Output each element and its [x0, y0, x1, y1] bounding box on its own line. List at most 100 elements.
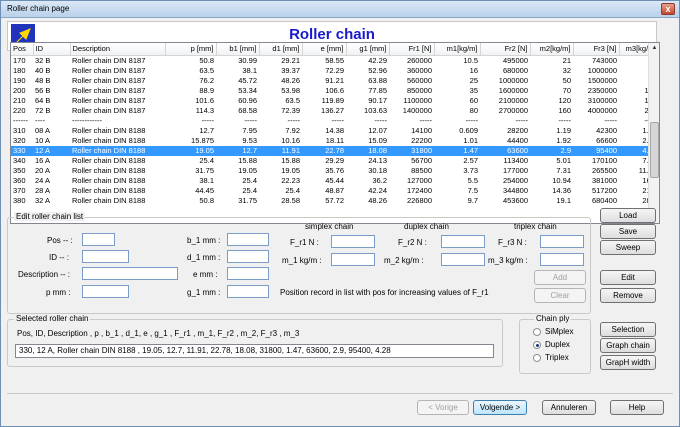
column-header[interactable]: d1 [mm] [259, 43, 303, 56]
d1-label: d_1 mm : [187, 253, 221, 262]
window-title: Roller chain page [7, 4, 70, 13]
table-cell: 680400 [591, 195, 617, 205]
table-cell: 1400000 [402, 105, 432, 115]
column-header[interactable]: Fr2 [N] [480, 43, 531, 56]
table-cell: 2700000 [498, 105, 528, 115]
table-row[interactable]: 370 28 A Roller chain DIN 8188 44.45 25.4 25.… [11, 186, 659, 196]
table-row[interactable]: 200 56 B Roller chain DIN 8187 88.9 53.34 53.… [11, 86, 659, 96]
table-row[interactable]: 170 32 B Roller chain DIN 8187 50.8 30.99 29.… [11, 55, 659, 66]
table-cell: 360 [13, 175, 26, 185]
chain-table[interactable]: Pos ID Description p [mm] b1 [mm] d1 [mm] e [m… [10, 42, 660, 224]
table-cell: 50 [562, 75, 571, 85]
add-button[interactable]: Add [534, 270, 586, 285]
table-cell: 103.63 [364, 105, 387, 115]
table-row[interactable]: 210 64 B Roller chain DIN 8187 101.6 60.96 63… [11, 96, 659, 106]
column-header[interactable]: p [mm] [165, 43, 217, 56]
table-row[interactable]: 310 08 A Roller chain DIN 8188 12.7 7.95 7.92… [11, 126, 659, 136]
remove-button[interactable]: Remove [600, 288, 656, 303]
table-cell: 11.91 [259, 145, 302, 156]
table-cell: 12.7 [199, 125, 214, 135]
edit-button[interactable]: Edit [600, 270, 656, 285]
column-header[interactable]: b1 [mm] [216, 43, 260, 56]
column-header[interactable]: ID [33, 43, 71, 56]
g1-field[interactable] [227, 285, 269, 298]
column-header[interactable]: m1[kg/m] [434, 43, 481, 56]
p-field[interactable] [82, 285, 129, 298]
clear-button[interactable]: Clear [534, 288, 586, 303]
fr2-field[interactable] [441, 235, 485, 248]
table-cell: ---- [35, 115, 45, 125]
load-button[interactable]: Load [600, 208, 656, 223]
fr1-field[interactable] [331, 235, 375, 248]
table-cell: 95400 [573, 145, 619, 156]
m3-field[interactable] [540, 253, 584, 266]
table-row[interactable]: 190 48 B Roller chain DIN 8187 76.2 45.72 48.… [11, 76, 659, 86]
e-field[interactable] [227, 267, 269, 280]
graph-width-button[interactable]: GrapH width [600, 355, 656, 370]
column-header[interactable]: Pos [11, 43, 34, 56]
table-cell: 19.05 [281, 165, 300, 175]
back-button[interactable]: < Vorige [417, 400, 469, 415]
table-cell: 101.6 [195, 95, 214, 105]
column-header[interactable]: e [mm] [302, 43, 347, 56]
table-cell: 14.36 [552, 185, 571, 195]
table-row[interactable]: 340 16 A Roller chain DIN 8188 25.4 15.88 15.… [11, 156, 659, 166]
column-header[interactable]: Fr3 [N] [573, 43, 620, 56]
description-field[interactable] [82, 267, 178, 280]
id-field[interactable] [82, 250, 129, 263]
table-cell: 60 [469, 95, 478, 105]
table-row[interactable]: 380 32 A Roller chain DIN 8188 50.8 31.75 28.… [11, 196, 659, 206]
table-row[interactable]: 350 20 A Roller chain DIN 8188 31.75 19.05 19… [11, 166, 659, 176]
fr3-field[interactable] [540, 235, 584, 248]
pos-field[interactable] [82, 233, 115, 246]
table-cell: Roller chain DIN 8188 [70, 145, 165, 156]
table-cell: 560000 [406, 75, 432, 85]
table-cell: 32 A [35, 195, 51, 205]
table-cell: 35.76 [325, 165, 344, 175]
table-scrollbar[interactable]: ▲ ▼ [648, 43, 659, 223]
table-cell: 10.16 [281, 135, 300, 145]
m2-field[interactable] [441, 253, 485, 266]
table-row[interactable]: 320 10 A Roller chain DIN 8188 15.875 9.53 10… [11, 136, 659, 146]
radio-triplex[interactable] [533, 354, 541, 362]
graph-chain-button[interactable]: Graph chain [600, 338, 656, 353]
table-cell: 517200 [591, 185, 617, 195]
table-cell: 66600 [596, 135, 617, 145]
d1-field[interactable] [227, 250, 269, 263]
table-cell: 180 [13, 65, 26, 75]
m1-field[interactable] [331, 253, 375, 266]
table-row[interactable]: 360 24 A Roller chain DIN 8188 38.1 25.4 22.2… [11, 176, 659, 186]
cancel-button[interactable]: Annuleren [542, 400, 596, 415]
column-header[interactable]: Description [70, 43, 166, 56]
close-button[interactable]: x [661, 3, 675, 15]
save-button[interactable]: Save [600, 224, 656, 239]
column-header[interactable]: g1 [mm] [346, 43, 390, 56]
table-cell: 48 B [35, 75, 51, 85]
table-cell: Roller chain DIN 8187 [72, 75, 146, 85]
table-cell: 160 [558, 105, 571, 115]
table-row[interactable]: 220 72 B Roller chain DIN 8187 114.3 68.58 72… [11, 106, 659, 116]
help-button[interactable]: Help [610, 400, 664, 415]
sweep-button[interactable]: Sweep [600, 240, 656, 255]
table-cell: 850000 [406, 85, 432, 95]
table-cell: 68.58 [238, 105, 257, 115]
radio-simplex[interactable] [533, 328, 541, 336]
table-cell: 25.4 [285, 185, 300, 195]
next-button[interactable]: Volgende > [473, 400, 527, 415]
column-header[interactable]: Fr1 [N] [389, 43, 435, 56]
selection-button[interactable]: Selection [600, 322, 656, 337]
column-header[interactable]: m2[kg/m] [530, 43, 574, 56]
table-row[interactable]: 330 12 A Roller chain DIN 8188 19.05 12.7 11.… [11, 145, 659, 156]
scroll-thumb[interactable] [650, 122, 659, 178]
table-row[interactable]: 180 40 B Roller chain DIN 8187 63.5 38.1 39.3… [11, 66, 659, 76]
table-cell: 25.4 [242, 185, 257, 195]
table-cell: 31.75 [195, 165, 214, 175]
radio-duplex[interactable] [533, 341, 541, 349]
scroll-up-icon[interactable]: ▲ [650, 43, 659, 53]
table-cell: ----- [244, 115, 258, 125]
b1-field[interactable] [227, 233, 269, 246]
selected-chain-field[interactable]: 330, 12 A, Roller chain DIN 8188 , 19.05… [15, 344, 494, 358]
table-row[interactable]: ------ ---- ------------ ----- ----- ----- ---… [11, 116, 659, 126]
table-cell: ------ [13, 115, 28, 125]
table-cell: ----- [374, 115, 388, 125]
